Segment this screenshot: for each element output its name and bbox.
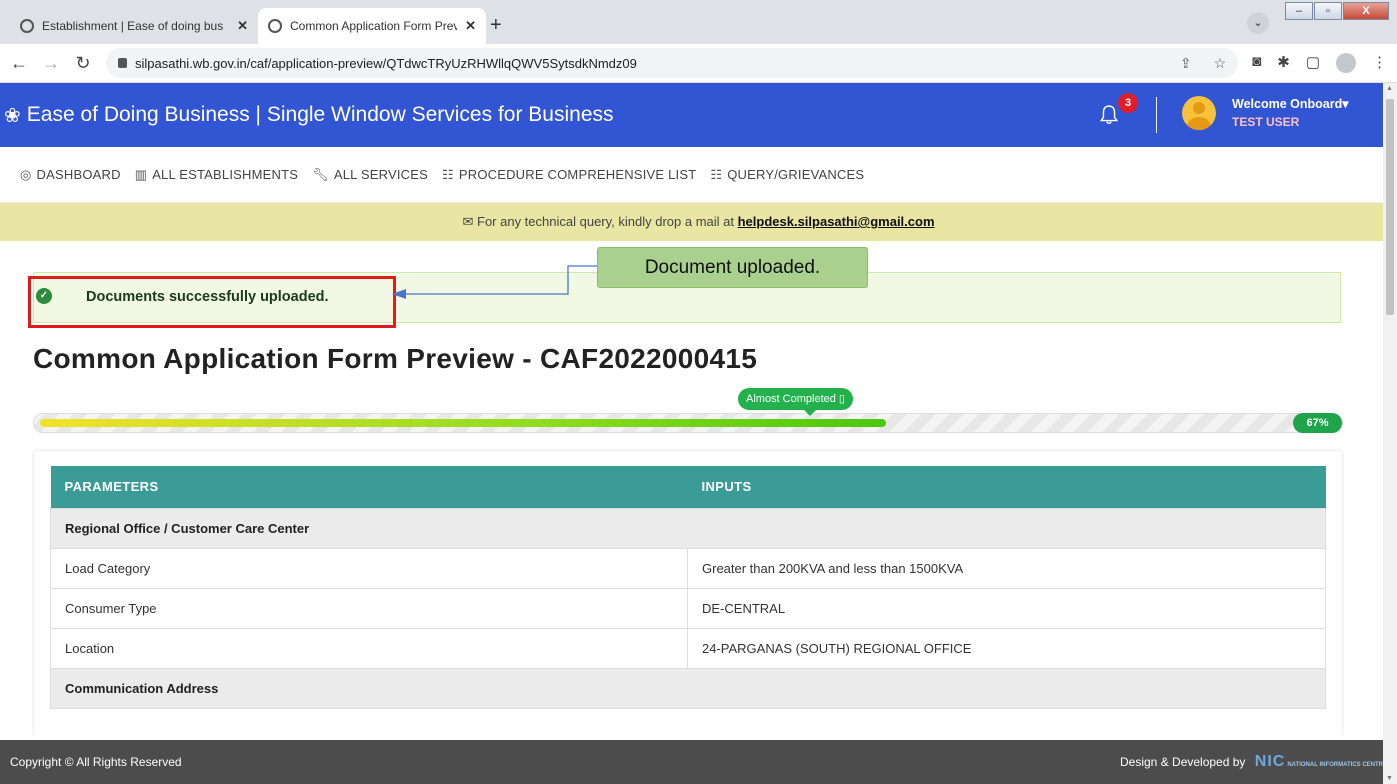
progress-status-label: Almost Completed ▯ (738, 388, 853, 416)
page-scrollbar[interactable]: ▲ ▼ (1383, 83, 1397, 784)
profile-icon[interactable] (1336, 53, 1356, 73)
window-close-icon[interactable]: X (1343, 2, 1389, 20)
progress-fill (40, 419, 886, 427)
input-cell: 24-PARGANAS (SOUTH) REGIONAL OFFICE (687, 627, 1326, 669)
forward-icon[interactable]: → (42, 53, 60, 74)
credit: Design & Developed by NIC NATIONAL INFORM… (1120, 753, 1387, 771)
browser-tab-establishment[interactable]: Establishment | Ease of doing bus ✕ (10, 8, 258, 44)
param-cell: Load Category (50, 547, 688, 589)
parameters-table: PARAMETERS INPUTS Regional Office / Cust… (50, 466, 1326, 709)
reload-icon[interactable]: ↻ (74, 53, 92, 74)
minimize-icon[interactable]: – (1285, 2, 1313, 20)
brand[interactable]: ❀ Ease of Doing Business | Single Window… (4, 103, 614, 128)
app-header: ❀ Ease of Doing Business | Single Window… (0, 83, 1397, 147)
highlight-box (28, 276, 396, 328)
nav-label: QUERY/GRIEVANCES (727, 167, 865, 182)
table-row: Location 24-PARGANAS (SOUTH) REGIONAL OF… (50, 627, 1326, 669)
helpdesk-notice: ✉ For any technical query, kindly drop a… (0, 203, 1397, 241)
dashboard-icon: ◎ (20, 166, 32, 182)
address-bar[interactable]: silpasathi.wb.gov.in/caf/application-pre… (106, 48, 1239, 78)
page-title: Common Application Form Preview - CAF202… (33, 343, 758, 374)
bell-icon[interactable] (1099, 105, 1119, 125)
column-header-parameters: PARAMETERS (50, 466, 688, 508)
user-name: TEST USER (1232, 115, 1300, 129)
table-section-row: Regional Office / Customer Care Center (50, 507, 1326, 549)
globe-icon (268, 19, 282, 33)
helpdesk-email-link[interactable]: helpdesk.silpasathi@gmail.com (738, 214, 935, 229)
extension-icons: ◙ ✱ ▢ ⋮ (1252, 53, 1387, 73)
tab-title: Establishment | Ease of doing bus (42, 19, 224, 33)
notice-text: For any technical query, kindly drop a m… (477, 214, 738, 229)
list-icon: ☷ (710, 166, 723, 182)
table-section-row: Communication Address (50, 667, 1326, 709)
main-nav: ◎ DASHBOARD ▥ ALL ESTABLISHMENTS 🔧︎ ALL … (0, 147, 1397, 203)
browser-tab-caf-preview[interactable]: Common Application Form Previ ✕ (258, 8, 486, 44)
table-row: Consumer Type DE-CENTRAL (50, 587, 1326, 629)
progress-percent: 67% (1293, 413, 1342, 433)
globe-icon (20, 19, 34, 33)
scroll-down-icon[interactable]: ▼ (1386, 775, 1393, 782)
section-label: Communication Address (50, 667, 1326, 709)
header-divider (1156, 97, 1157, 133)
wrench-icon: 🔧︎ (312, 166, 329, 182)
close-tab-icon[interactable]: ✕ (237, 18, 248, 34)
nav-label: DASHBOARD (36, 167, 121, 182)
back-icon[interactable]: ← (10, 53, 28, 74)
mail-icon: ✉ (462, 214, 474, 229)
credit-text: Design & Developed by (1120, 755, 1246, 769)
nav-query-grievances[interactable]: ☷ QUERY/GRIEVANCES (710, 167, 864, 183)
browser-tab-bar: Establishment | Ease of doing bus ✕ Comm… (0, 0, 1397, 44)
annotation-callout: Document uploaded. (597, 247, 868, 288)
nav-all-services[interactable]: 🔧︎ ALL SERVICES (312, 167, 428, 183)
progress-status-text: Almost Completed (746, 393, 836, 405)
brand-title: Ease of Doing Business | Single Window S… (26, 103, 614, 126)
window-controls: – ▫ X (1285, 2, 1389, 20)
input-cell: DE-CENTRAL (687, 587, 1326, 629)
nav-dashboard[interactable]: ◎ DASHBOARD (20, 167, 121, 183)
url-text: silpasathi.wb.gov.in/caf/application-pre… (135, 55, 637, 71)
main-content: ✓ Documents successfully uploaded. Docum… (0, 241, 1397, 734)
nav-label: PROCEDURE COMPREHENSIVE LIST (458, 167, 697, 182)
section-label: Regional Office / Customer Care Center (50, 507, 1326, 549)
scroll-up-icon[interactable]: ▲ (1386, 85, 1393, 92)
table-header-row: PARAMETERS INPUTS (50, 466, 1326, 508)
user-avatar[interactable] (1182, 96, 1216, 130)
welcome-text: Welcome Onboard (1232, 97, 1343, 111)
new-tab-button[interactable]: + (490, 14, 502, 37)
param-cell: Consumer Type (50, 587, 688, 629)
menu-dots-icon[interactable]: ⋮ (1372, 53, 1387, 73)
table-row: Load Category Greater than 200KVA and le… (50, 547, 1326, 589)
nav-procedure-list[interactable]: ☷ PROCEDURE COMPREHENSIVE LIST (442, 167, 696, 183)
list-icon: ☷ (442, 166, 454, 182)
nav-label: ALL ESTABLISHMENTS (152, 167, 299, 182)
page-footer: Copyright © All Rights Reserved Design &… (0, 740, 1397, 784)
building-icon: ▥ (134, 166, 148, 182)
share-icon[interactable]: ⇪ (1180, 55, 1192, 72)
notification-badge: 3 (1118, 93, 1138, 113)
handshake-icon: ❀ (4, 104, 21, 127)
user-menu-toggle[interactable]: Welcome Onboard▾ (1232, 96, 1349, 111)
maximize-icon[interactable]: ▫ (1314, 2, 1342, 20)
nic-logo-subtext: NATIONAL INFORMATICS CENTRE (1287, 762, 1387, 768)
annotation-arrow (392, 265, 597, 299)
column-header-inputs: INPUTS (687, 466, 1326, 508)
puzzle-icon[interactable]: ✱ (1277, 53, 1290, 73)
tab-search-icon[interactable]: ⌄ (1247, 12, 1269, 34)
scroll-thumb[interactable] (1386, 99, 1394, 315)
lock-icon (118, 58, 127, 68)
nic-logo[interactable]: NIC NATIONAL INFORMATICS CENTRE (1255, 753, 1387, 771)
sidepanel-icon[interactable]: ▢ (1306, 53, 1320, 73)
input-cell: Greater than 200KVA and less than 1500KV… (687, 547, 1326, 589)
nic-logo-text: NIC (1254, 753, 1286, 770)
bookmark-star-icon[interactable]: ☆ (1214, 55, 1227, 72)
close-tab-icon[interactable]: ✕ (465, 18, 476, 34)
browser-toolbar: ← → ↻ silpasathi.wb.gov.in/caf/applicati… (0, 44, 1397, 83)
param-cell: Location (50, 627, 688, 669)
tab-title: Common Application Form Previ (290, 19, 458, 33)
camera-icon[interactable]: ◙ (1252, 53, 1261, 73)
nav-all-establishments[interactable]: ▥ ALL ESTABLISHMENTS (135, 167, 298, 183)
copyright-text: Copyright © All Rights Reserved (10, 755, 182, 769)
nav-label: ALL SERVICES (333, 167, 428, 182)
